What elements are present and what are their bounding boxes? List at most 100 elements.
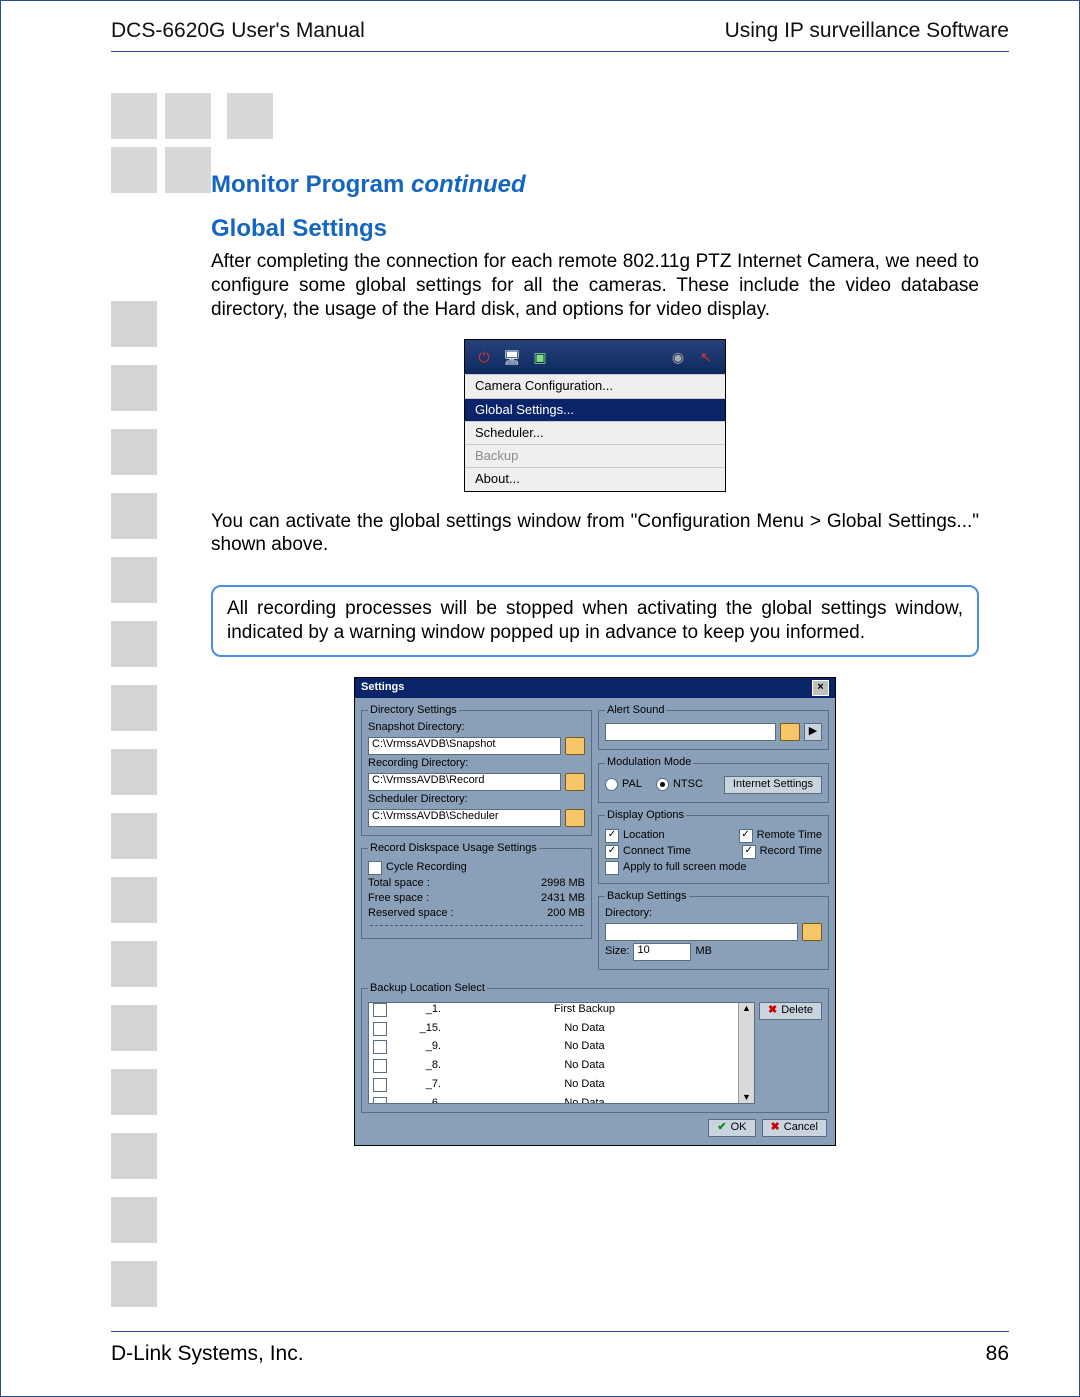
backup-location-legend: Backup Location Select [368,982,487,996]
menu-item-scheduler[interactable]: Scheduler... [465,421,725,444]
folder-icon[interactable] [802,923,822,941]
diskspace-legend: Record Diskspace Usage Settings [368,842,539,856]
remote-time-checkbox[interactable]: ✓ [739,829,753,843]
heading-global-settings: Global Settings [211,214,979,244]
menu-item-about[interactable]: About... [465,467,725,490]
screen-icon[interactable]: ▣ [531,348,549,366]
cycle-recording-label: Cycle Recording [386,861,467,875]
manual-page: DCS-6620G User's Manual Using IP surveil… [0,0,1080,1397]
row-checkbox[interactable] [373,1003,387,1017]
directory-settings-legend: Directory Settings [368,704,459,718]
display-options-group: Display Options ✓Location ✓Remote Time ✓… [598,809,829,884]
folder-icon[interactable] [565,809,585,827]
modulation-legend: Modulation Mode [605,756,693,770]
intro-paragraph: After completing the connection for each… [211,250,979,321]
list-item[interactable]: _15.No Data [369,1022,754,1041]
location-checkbox[interactable]: ✓ [605,829,619,843]
cycle-recording-checkbox[interactable] [368,861,382,875]
x-icon: ✖ [771,1121,780,1135]
total-space-value: 2998 MB [541,877,585,891]
alert-sound-group: Alert Sound ▶ [598,704,829,751]
ntsc-radio[interactable] [656,778,669,791]
toolbar: ⏻ 🖥 ▣ ◉ ↖ [465,340,725,374]
record-time-checkbox[interactable]: ✓ [742,845,756,859]
backup-location-group: Backup Location Select _1.First Backup_1… [361,982,829,1113]
modulation-group: Modulation Mode PAL NTSC Internet Settin… [598,756,829,803]
folder-icon[interactable] [565,773,585,791]
list-item[interactable]: _1.First Backup [369,1003,754,1022]
row-checkbox[interactable] [373,1040,387,1054]
list-item[interactable]: _7.No Data [369,1078,754,1097]
backup-size-input[interactable]: 10 [633,943,691,961]
menu-list: Camera Configuration... Global Settings.… [465,374,725,490]
close-icon[interactable]: × [812,680,829,696]
recording-dir-label: Recording Directory: [368,757,585,771]
backup-settings-group: Backup Settings Directory: Size: 10 MB [598,890,829,971]
scroll-up-icon[interactable]: ▲ [742,1003,751,1014]
list-item[interactable]: _8.No Data [369,1059,754,1078]
row-checkbox[interactable] [373,1022,387,1036]
backup-size-unit: MB [695,945,712,959]
apply-fullscreen-label: Apply to full screen mode [623,861,747,875]
ntsc-label: NTSC [673,778,703,792]
connect-time-label: Connect Time [623,845,691,859]
scrollbar[interactable]: ▲▼ [738,1003,754,1103]
delete-button[interactable]: ✖Delete [759,1002,822,1020]
menu-item-camera-config[interactable]: Camera Configuration... [465,374,725,397]
menu-item-backup: Backup [465,444,725,467]
internet-settings-button[interactable]: Internet Settings [724,776,822,794]
folder-icon[interactable] [780,723,800,741]
folder-icon[interactable] [565,737,585,755]
check-icon: ✔ [717,1121,726,1135]
page-number: 86 [986,1342,1009,1366]
display-options-legend: Display Options [605,809,686,823]
row-checkbox[interactable] [373,1078,387,1092]
diskspace-group: Record Diskspace Usage Settings Cycle Re… [361,842,592,939]
alert-sound-input[interactable] [605,723,776,741]
backup-settings-legend: Backup Settings [605,890,689,904]
settings-dialog: Settings × Directory Settings Snapshot D… [354,677,836,1146]
free-space-value: 2431 MB [541,892,585,906]
play-icon[interactable]: ▶ [804,723,822,741]
row-checkbox[interactable] [373,1097,387,1104]
snapshot-dir-label: Snapshot Directory: [368,721,585,735]
free-space-label: Free space : [368,892,429,906]
reserved-space-slider[interactable] [370,925,583,932]
header-left: DCS-6620G User's Manual [111,19,365,43]
connect-time-checkbox[interactable]: ✓ [605,845,619,859]
backup-dir-input[interactable] [605,923,798,941]
activation-paragraph: You can activate the global settings win… [211,510,979,558]
menu-item-global-settings[interactable]: Global Settings... [465,398,725,421]
footer-rule [111,1331,1009,1332]
footer-company: D-Link Systems, Inc. [111,1342,304,1366]
scroll-down-icon[interactable]: ▼ [742,1092,751,1103]
heading-monitor-program: Monitor Program continued [211,170,979,200]
list-item[interactable]: _9.No Data [369,1040,754,1059]
warning-note: All recording processes will be stopped … [211,585,979,657]
total-space-label: Total space : [368,877,430,891]
power-icon[interactable]: ⏻ [475,348,493,366]
snapshot-dir-input[interactable]: C:\VrmssAVDB\Snapshot [368,737,561,755]
recording-dir-input[interactable]: C:\VrmssAVDB\Record [368,773,561,791]
location-label: Location [623,829,665,843]
backup-size-label: Size: [605,945,629,959]
backup-location-list[interactable]: _1.First Backup_15.No Data_9.No Data_8.N… [368,1002,755,1104]
decoration-squares [111,93,281,193]
record-icon[interactable]: ◉ [669,348,687,366]
list-item[interactable]: _6.No Data [369,1097,754,1104]
scheduler-dir-input[interactable]: C:\VrmssAVDB\Scheduler [368,809,561,827]
apply-fullscreen-checkbox[interactable] [605,861,619,875]
dialog-title: Settings [361,681,404,695]
reserved-space-value: 200 MB [547,907,585,921]
cancel-button[interactable]: ✖Cancel [762,1119,827,1137]
ok-button[interactable]: ✔OK [708,1119,755,1137]
pal-radio[interactable] [605,778,618,791]
monitor-icon[interactable]: 🖥 [503,348,521,366]
row-checkbox[interactable] [373,1059,387,1073]
header-right: Using IP surveillance Software [725,19,1009,43]
x-icon: ✖ [768,1004,777,1018]
pal-label: PAL [622,778,642,792]
backup-dir-label: Directory: [605,907,822,921]
cursor-icon[interactable]: ↖ [697,348,715,366]
alert-sound-legend: Alert Sound [605,704,666,718]
